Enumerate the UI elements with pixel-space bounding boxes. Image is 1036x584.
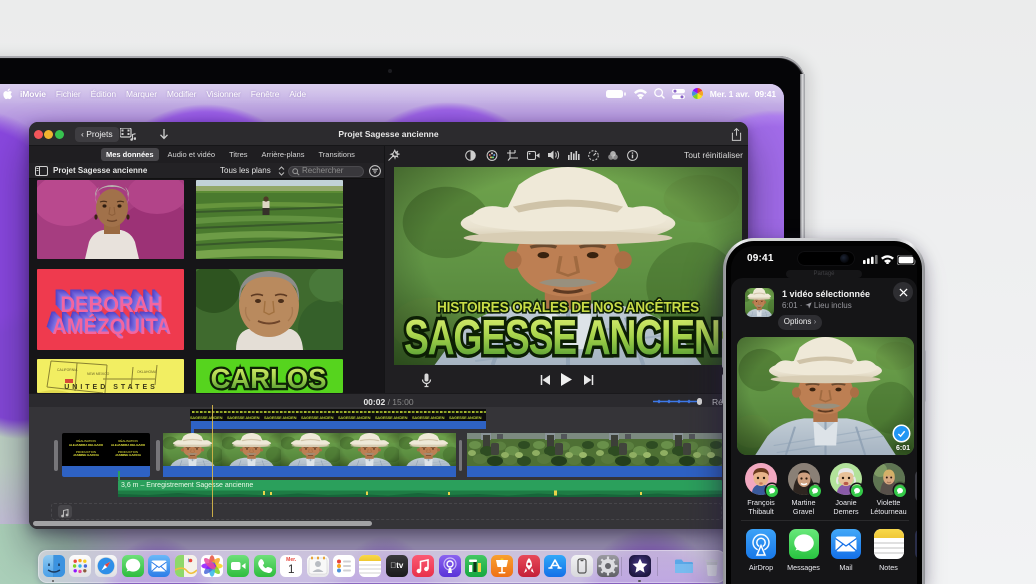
svg-text:AMÉZQUITA: AMÉZQUITA (52, 313, 171, 339)
svg-text:CARLOS: CARLOS (211, 363, 327, 393)
svg-text:SAGESSE ANCIENNE: SAGESSE ANCIENNE (404, 314, 742, 360)
